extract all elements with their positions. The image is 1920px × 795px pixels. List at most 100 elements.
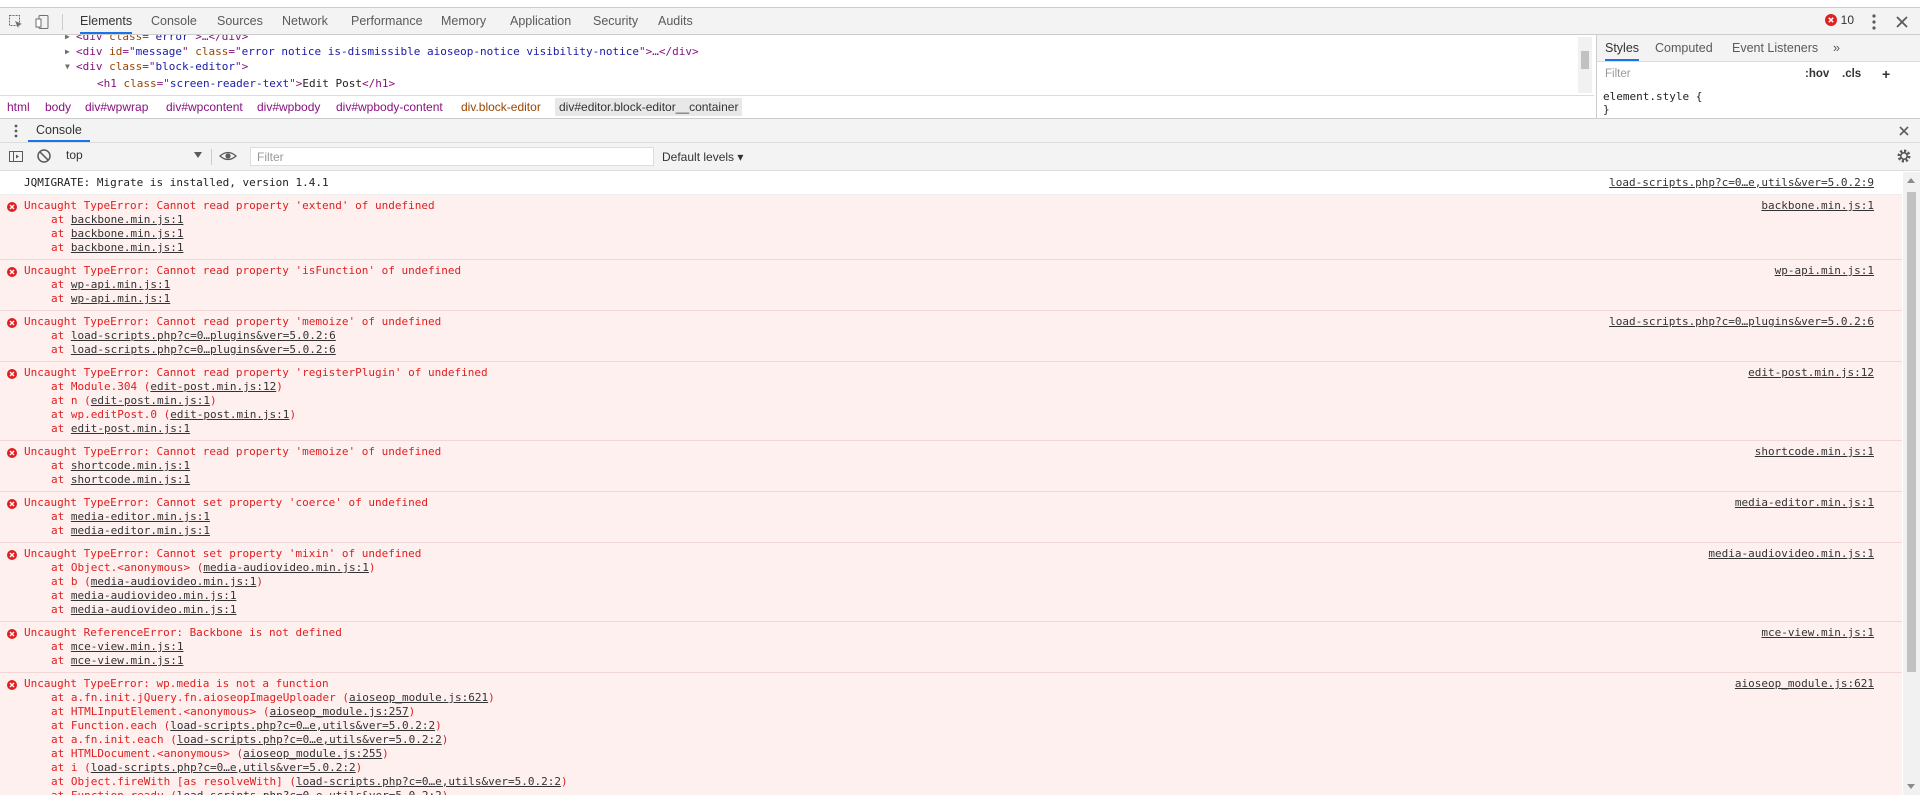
tab-security[interactable]: Security (593, 8, 638, 34)
expand-triangle-icon[interactable]: ▶ (65, 47, 75, 56)
breadcrumb-item[interactable]: html (7, 100, 30, 114)
element-style-rule[interactable]: element.style { } (1603, 90, 1702, 116)
stack-frame-link[interactable]: load-scripts.php?c=0…e,utils&ver=5.0.2:2 (296, 775, 561, 788)
dom-node[interactable]: ▶ <div id="message" class="error notice … (65, 45, 699, 58)
console-log-message[interactable]: JQMIGRATE: Migrate is installed, version… (0, 172, 1902, 195)
elements-scrollbar[interactable] (1578, 37, 1592, 93)
console-scrollbar[interactable] (1903, 172, 1920, 795)
stack-frame-link[interactable]: media-audiovideo.min.js:1 (203, 561, 369, 574)
stack-frame-link[interactable]: media-editor.min.js:1 (71, 510, 210, 523)
stack-frame-link[interactable]: backbone.min.js:1 (71, 227, 184, 240)
breadcrumb-item[interactable]: body (45, 100, 71, 114)
scrollbar-thumb[interactable] (1581, 51, 1589, 69)
breadcrumb-item[interactable]: div#wpwrap (85, 100, 148, 114)
tab-console[interactable]: Console (151, 8, 197, 34)
stack-frame-link[interactable]: shortcode.min.js:1 (71, 459, 190, 472)
console-filter-input[interactable] (250, 147, 654, 166)
stack-frame-link[interactable]: load-scripts.php?c=0…e,utils&ver=5.0.2:2 (177, 789, 442, 795)
new-rule-button[interactable]: + (1882, 66, 1890, 82)
source-link[interactable]: media-audiovideo.min.js:1 (1708, 547, 1874, 561)
stack-frame-link[interactable]: aioseop_module.js:255 (243, 747, 382, 760)
scroll-up-arrow-icon[interactable] (1907, 178, 1915, 183)
stack-frame-link[interactable]: edit-post.min.js:1 (170, 408, 289, 421)
clear-console-icon[interactable] (36, 148, 52, 164)
source-link[interactable]: edit-post.min.js:12 (1748, 366, 1874, 380)
tab-memory[interactable]: Memory (441, 8, 486, 34)
console-error-message[interactable]: Uncaught TypeError: wp.media is not a fu… (0, 673, 1902, 795)
scroll-down-arrow-icon[interactable] (1907, 784, 1915, 789)
breadcrumb-item[interactable]: div#wpbody-content (336, 100, 443, 114)
source-link[interactable]: aioseop_module.js:621 (1735, 677, 1874, 691)
stack-frame-link[interactable]: edit-post.min.js:1 (91, 394, 210, 407)
tab-computed[interactable]: Computed (1655, 35, 1713, 61)
stack-frame-link[interactable]: aioseop_module.js:621 (349, 691, 488, 704)
console-error-message[interactable]: Uncaught TypeError: Cannot set property … (0, 543, 1902, 622)
more-tabs-icon[interactable]: » (1833, 35, 1840, 61)
more-options-icon[interactable] (1864, 12, 1884, 32)
stack-frame-link[interactable]: load-scripts.php?c=0…plugins&ver=5.0.2:6 (71, 343, 336, 356)
console-error-message[interactable]: Uncaught TypeError: Cannot set property … (0, 492, 1902, 543)
console-error-message[interactable]: Uncaught TypeError: Cannot read property… (0, 195, 1902, 260)
source-link[interactable]: media-editor.min.js:1 (1735, 496, 1874, 510)
context-selector[interactable]: top (66, 148, 202, 165)
stack-frame-link[interactable]: wp-api.min.js:1 (71, 292, 170, 305)
breadcrumb-item[interactable]: div.block-editor (461, 100, 541, 114)
stack-frame-link[interactable]: load-scripts.php?c=0…e,utils&ver=5.0.2:2 (170, 719, 435, 732)
dom-node[interactable]: ▶ <div class="error">…</div> (65, 35, 248, 43)
stack-frame-link[interactable]: media-editor.min.js:1 (71, 524, 210, 537)
console-error-message[interactable]: Uncaught TypeError: Cannot read property… (0, 362, 1902, 441)
tab-application[interactable]: Application (510, 8, 571, 34)
stack-frame-link[interactable]: media-audiovideo.min.js:1 (91, 575, 257, 588)
tab-audits[interactable]: Audits (658, 8, 693, 34)
device-toolbar-icon[interactable] (33, 12, 53, 32)
stack-frame-link[interactable]: backbone.min.js:1 (71, 241, 184, 254)
stack-frame-link[interactable]: aioseop_module.js:257 (270, 705, 409, 718)
source-link[interactable]: wp-api.min.js:1 (1775, 264, 1874, 278)
stack-frame-link[interactable]: wp-api.min.js:1 (71, 278, 170, 291)
breadcrumb-item[interactable]: div#wpcontent (166, 100, 243, 114)
stack-frame-link[interactable]: media-audiovideo.min.js:1 (71, 603, 237, 616)
tab-performance[interactable]: Performance (351, 8, 423, 34)
stack-frame-link[interactable]: backbone.min.js:1 (71, 213, 184, 226)
drawer-close-icon[interactable] (1896, 123, 1912, 139)
source-link[interactable]: backbone.min.js:1 (1761, 199, 1874, 213)
close-icon[interactable] (1892, 12, 1912, 32)
scrollbar-thumb[interactable] (1907, 192, 1916, 672)
source-link[interactable]: load-scripts.php?c=0…e,utils&ver=5.0.2:9 (1609, 176, 1874, 190)
source-link[interactable]: load-scripts.php?c=0…plugins&ver=5.0.2:6 (1609, 315, 1874, 329)
tab-event-listeners[interactable]: Event Listeners (1732, 35, 1818, 61)
console-error-message[interactable]: Uncaught TypeError: Cannot read property… (0, 311, 1902, 362)
stack-frame-link[interactable]: load-scripts.php?c=0…e,utils&ver=5.0.2:2 (91, 761, 356, 774)
source-link[interactable]: shortcode.min.js:1 (1755, 445, 1874, 459)
tab-network[interactable]: Network (282, 8, 328, 34)
console-error-message[interactable]: Uncaught ReferenceError: Backbone is not… (0, 622, 1902, 673)
dom-node[interactable]: ▼ <div class="block-editor"> (65, 60, 248, 73)
tab-sources[interactable]: Sources (217, 8, 263, 34)
eye-icon[interactable] (219, 148, 237, 164)
log-levels-dropdown[interactable]: Default levels ▾ (662, 150, 743, 164)
dom-node[interactable]: <h1 class="screen-reader-text">Edit Post… (97, 77, 395, 90)
cls-toggle[interactable]: .cls (1842, 68, 1861, 80)
stack-frame-link[interactable]: edit-post.min.js:1 (71, 422, 190, 435)
stack-frame-link[interactable]: mce-view.min.js:1 (71, 654, 184, 667)
inspect-element-icon[interactable] (6, 12, 26, 32)
sidebar-toggle-icon[interactable] (8, 148, 24, 164)
gear-icon[interactable] (1896, 148, 1912, 164)
stack-frame-link[interactable]: load-scripts.php?c=0…e,utils&ver=5.0.2:2 (177, 733, 442, 746)
stack-frame-link[interactable]: media-audiovideo.min.js:1 (71, 589, 237, 602)
console-error-message[interactable]: Uncaught TypeError: Cannot read property… (0, 260, 1902, 311)
expand-triangle-icon[interactable]: ▶ (65, 35, 75, 41)
hov-toggle[interactable]: :hov (1805, 68, 1829, 80)
tab-styles[interactable]: Styles (1605, 35, 1640, 61)
stack-frame-link[interactable]: shortcode.min.js:1 (71, 473, 190, 486)
stack-frame-link[interactable]: load-scripts.php?c=0…plugins&ver=5.0.2:6 (71, 329, 336, 342)
console-error-message[interactable]: Uncaught TypeError: Cannot read property… (0, 441, 1902, 492)
source-link[interactable]: mce-view.min.js:1 (1761, 626, 1874, 640)
breadcrumb-item[interactable]: div#editor.block-editor__container (555, 98, 743, 116)
drawer-menu-icon[interactable] (10, 123, 22, 139)
collapse-triangle-icon[interactable]: ▼ (65, 62, 75, 71)
error-counter[interactable]: 10 (1824, 13, 1854, 27)
tab-elements[interactable]: Elements (80, 8, 133, 34)
styles-filter-input[interactable]: Filter (1605, 68, 1631, 80)
stack-frame-link[interactable]: mce-view.min.js:1 (71, 640, 184, 653)
